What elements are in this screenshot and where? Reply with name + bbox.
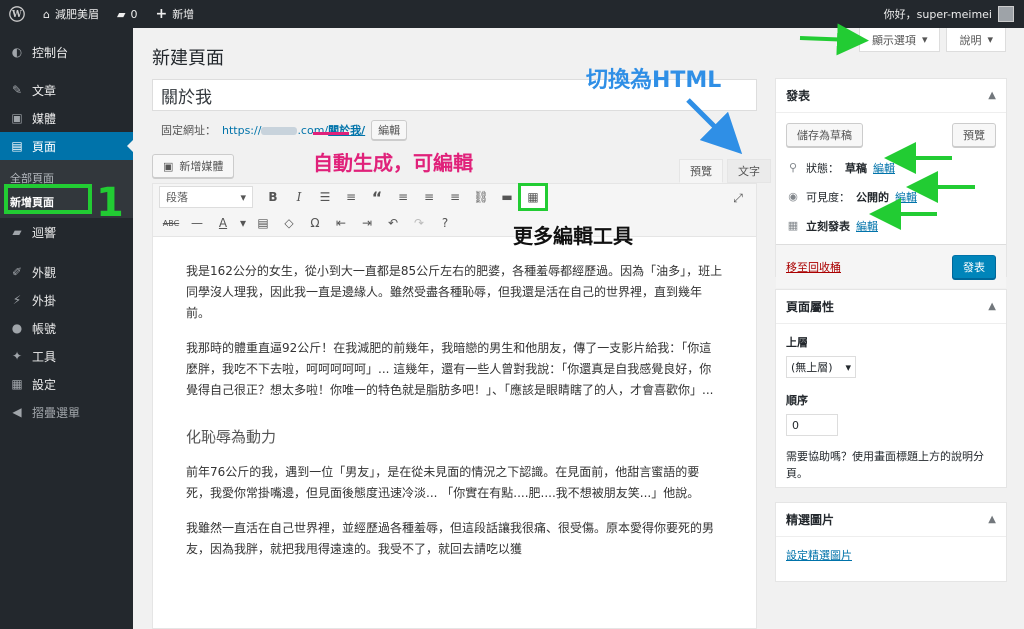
arrow-to-screen-options — [799, 23, 869, 56]
annotation-arrows — [686, 23, 975, 230]
arrow-to-text-tab — [686, 98, 743, 155]
